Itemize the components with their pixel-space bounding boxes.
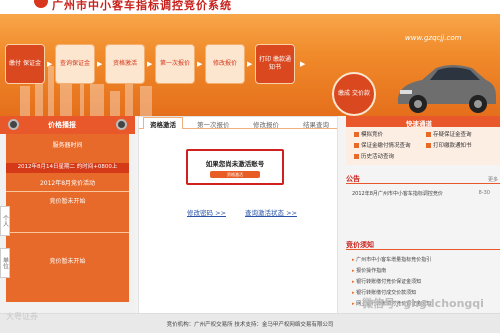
tab-first-bid[interactable]: 第一次报价 (197, 119, 230, 129)
arrow-icon: ▶ (247, 60, 253, 68)
bid-tabs: 资格激活 第一次报价 修改报价 结果查询 (139, 117, 337, 129)
activation-box: 如果您尚未激活账号 资格激活 (186, 149, 284, 185)
panel-header: 价格播报 (0, 116, 135, 134)
guide-item[interactable]: 报价操作指南 (352, 267, 386, 274)
site-footer: 竞价机构：广州产权交易所 技术支持：金马甲产权网络交易有限公司 (0, 313, 500, 333)
bid-panel: 资格激活 第一次报价 修改报价 结果查询 如果您尚未激活账号 资格激活 修改密码… (138, 116, 338, 316)
watermark-right: 微信号: ghgdchongqi (362, 297, 484, 310)
activate-button[interactable]: 资格激活 (210, 171, 260, 178)
arrow-icon: ▶ (300, 60, 306, 68)
tab-activate[interactable]: 资格激活 (143, 117, 183, 129)
step-first-bid[interactable]: 第一次报价 (155, 44, 195, 84)
arrow-icon: ▶ (147, 60, 153, 68)
quick-link-deposit-query[interactable]: 存疑保证金查询 (426, 130, 472, 138)
guide-header: 竞价须知 (346, 240, 500, 250)
car-image (398, 65, 496, 113)
process-steps: 缴付 保证金 ▶ 查询保证金 ▶ 资格激活 ▶ 第一次报价 ▶ 修改报价 ▶ 打… (0, 44, 380, 116)
step-activate[interactable]: 资格激活 (105, 44, 145, 84)
quick-link-simulate[interactable]: 模拟竞价 (354, 130, 383, 138)
page: 广州市中小客车指标调控竞价系统 www.gzqcjj.com 缴付 保证金 ▶ … (0, 0, 500, 333)
footer-text: 竞价机构：广州产权交易所 技术支持：金马甲产权网络交易有限公司 (166, 322, 334, 328)
step-modify-bid[interactable]: 修改报价 (205, 44, 245, 84)
guide-title: 竞价须知 (346, 241, 374, 249)
announcement-header: 公告 更多 (346, 174, 500, 184)
step-query-deposit[interactable]: 查询保证金 (55, 44, 95, 84)
divider (6, 232, 129, 233)
change-password-link[interactable]: 修改密码 >> (187, 207, 226, 217)
server-time-value: 2012年8月14日星期二 的时间+0800上 (17, 164, 118, 170)
guide-item[interactable]: 广州市中小客车增量指标竞价指引 (352, 256, 431, 263)
arrow-icon: ▶ (47, 60, 53, 68)
site-logo (34, 0, 48, 8)
guide-item[interactable]: 银行转账缴付竞价保证金须知 (352, 278, 421, 285)
step-pay-price[interactable]: 缴成 交价款 (332, 72, 376, 116)
quick-link-history[interactable]: 历史活动查询 (354, 152, 394, 160)
divider (6, 191, 129, 192)
activation-prompt: 如果您尚未激活账号 (205, 160, 265, 168)
banner: www.gzqcjj.com 缴付 保证金 ▶ 查询保证金 ▶ 资格激活 ▶ 第… (0, 14, 500, 116)
gear-icon (8, 119, 19, 130)
check-activation-link[interactable]: 查询激活状态 >> (245, 207, 297, 217)
announcement-title: 公告 (346, 175, 360, 183)
quick-link-deposit-status[interactable]: 保证金缴付情况查询 (354, 141, 411, 149)
panel-title: 价格播报 (48, 121, 76, 129)
arrow-icon: ▶ (97, 60, 103, 68)
bid-status: 竞价暂未开始 (49, 258, 86, 265)
tab-modify-bid[interactable]: 修改报价 (253, 119, 279, 129)
bid-status: 竞价暂未开始 (49, 198, 86, 205)
server-time-label: 服务器时间 (52, 142, 83, 149)
step-pay-deposit[interactable]: 缴付 保证金 (5, 44, 45, 84)
site-title: 广州市中小客车指标调控竞价系统 (52, 0, 232, 12)
tab-individual[interactable]: 个人 (0, 206, 10, 236)
panel-body (6, 134, 129, 302)
quick-link-print-notice[interactable]: 打印缴款通知书 (426, 141, 472, 149)
price-broadcast-panel: 价格播报 服务器时间 2012年8月14日星期二 的时间+0800上 2012年… (0, 116, 135, 316)
tab-results[interactable]: 结果查询 (303, 119, 329, 129)
site-url: www.gzqcjj.com (405, 34, 462, 42)
announcement-date: 8-30 (478, 190, 490, 196)
more-link[interactable]: 更多 (488, 176, 498, 183)
watermark-left: 大粤证券 (6, 312, 38, 321)
quick-access-header: 快速通道 (346, 116, 500, 128)
announcement-item[interactable]: 2012年8月广州市中小客车指标调控竞价 (352, 190, 443, 197)
arrow-icon: ▶ (197, 60, 203, 68)
site-header: 广州市中小客车指标调控竞价系统 (0, 0, 500, 14)
tab-company[interactable]: 单位 (0, 248, 10, 278)
gear-icon (116, 119, 127, 130)
step-print-notice[interactable]: 打印 缴款通知书 (255, 44, 295, 84)
month-activity: 2012年8月竞价活动 (39, 180, 96, 187)
